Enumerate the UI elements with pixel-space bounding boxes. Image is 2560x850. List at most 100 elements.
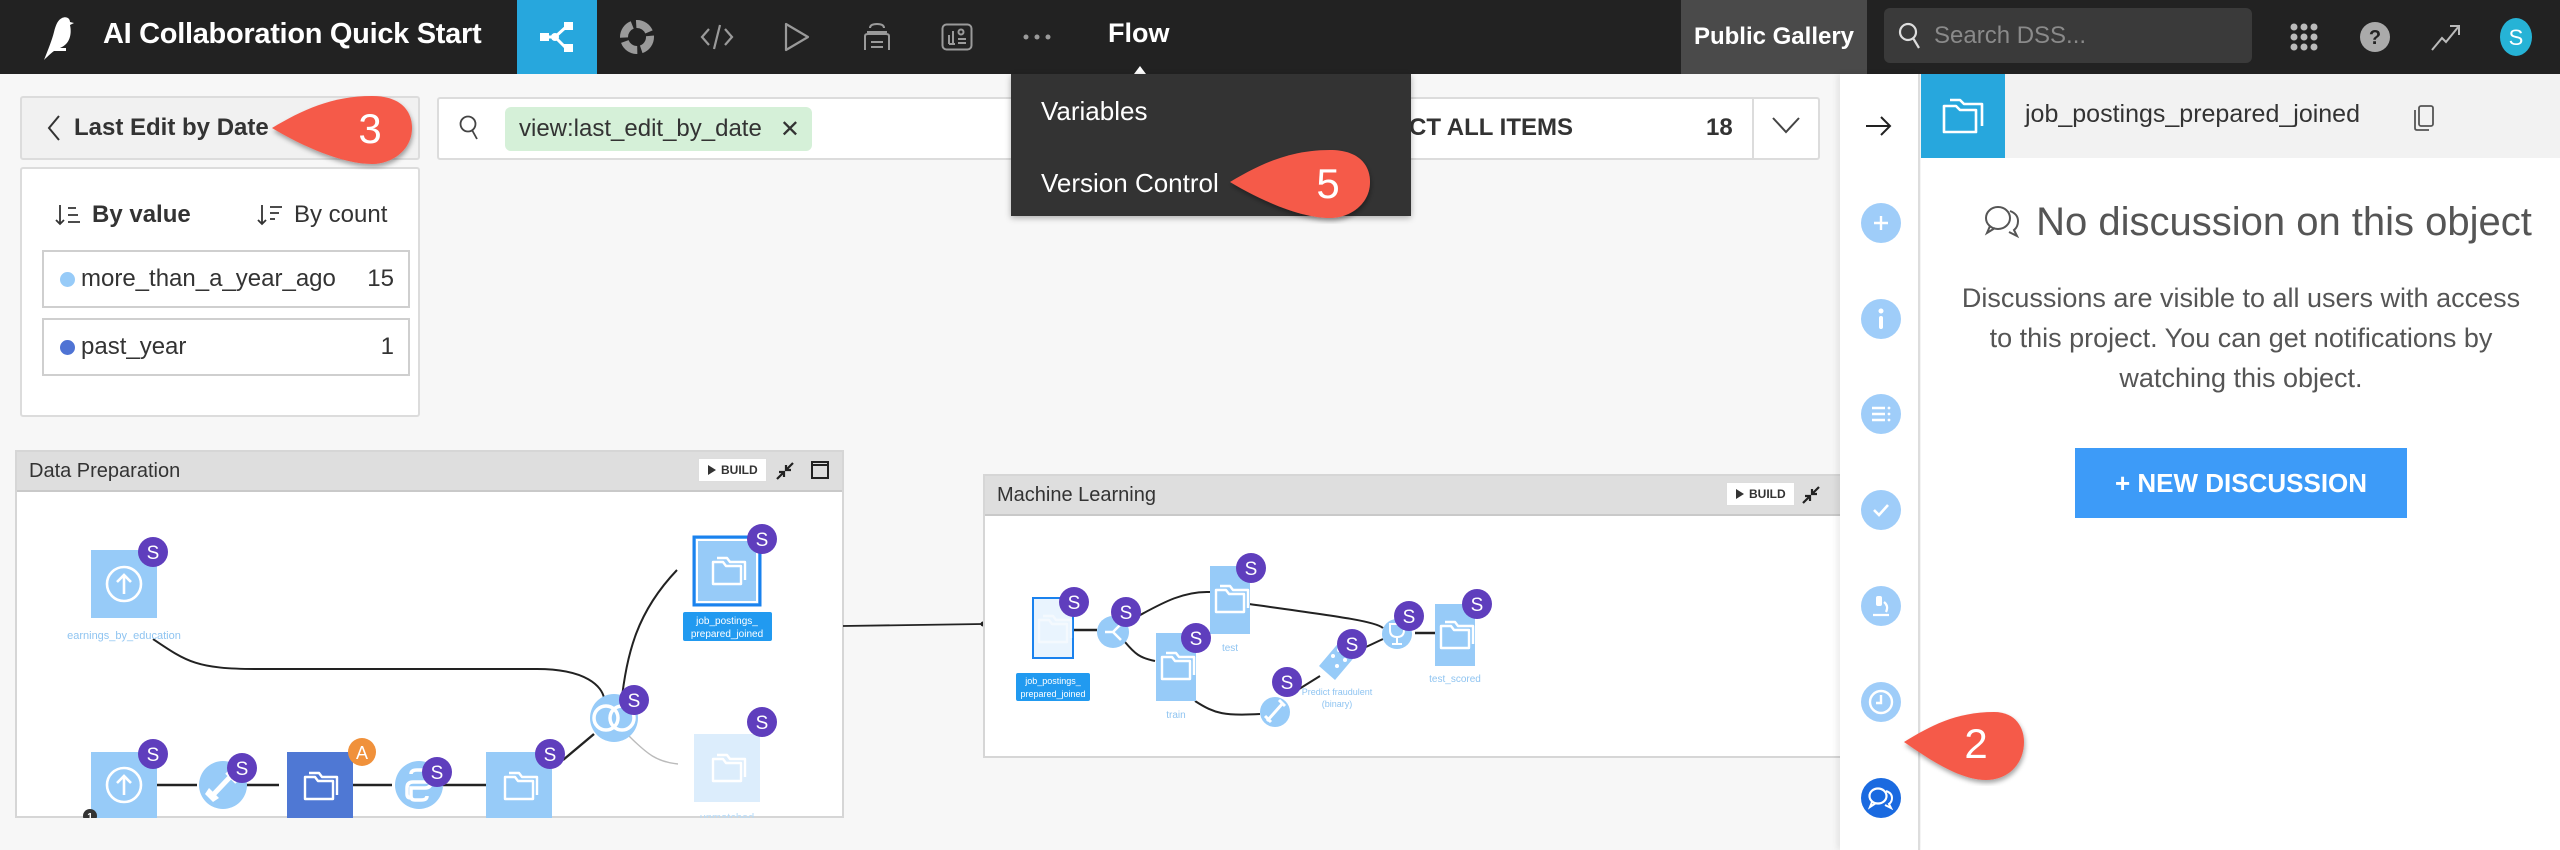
facet-item[interactable]: past_year 1	[42, 318, 410, 376]
check-icon[interactable]	[1861, 490, 1901, 530]
shared-badge	[422, 757, 452, 787]
flow-edge	[152, 638, 605, 699]
maximize-zone-icon[interactable]	[810, 460, 830, 485]
svg-text:job_postings_: job_postings_	[695, 616, 758, 627]
svg-text:(binary): (binary)	[1322, 699, 1353, 709]
shared-badge	[1462, 589, 1492, 619]
copy-icon[interactable]	[2413, 104, 2435, 137]
shared-badge	[1059, 587, 1089, 617]
inter-zone-edge	[843, 621, 986, 627]
svg-text:3: 3	[358, 105, 381, 152]
svg-text:job_postings_: job_postings_	[1024, 676, 1082, 686]
zone-data-preparation[interactable]: Data Preparation BUILD S	[15, 450, 844, 818]
shared-badge	[619, 685, 649, 715]
info-icon[interactable]	[1861, 299, 1901, 339]
shared-badge	[747, 524, 777, 554]
svg-text:prepared_joined: prepared_joined	[1020, 689, 1085, 699]
zone-title: Machine Learning	[997, 484, 1156, 506]
build-label: BUILD	[1749, 487, 1786, 501]
sort-asc-icon	[55, 205, 80, 226]
history-icon[interactable]	[1861, 682, 1901, 722]
search-dss-field[interactable]	[1884, 8, 2252, 63]
discussions-icon[interactable]	[1861, 778, 1901, 818]
sort-by-value[interactable]: By value	[54, 201, 191, 229]
select-all-items-button[interactable]: ECT ALL ITEMS	[1393, 114, 1573, 142]
code-icon[interactable]	[677, 0, 757, 74]
dataset-folder-icon	[1921, 74, 2005, 158]
project-title[interactable]: AI Collaboration Quick Start	[103, 18, 482, 51]
callout-2: 2	[1904, 712, 2024, 780]
zone-build-button[interactable]: BUILD	[698, 458, 767, 482]
facet-item[interactable]: more_than_a_year_ago 15	[42, 250, 410, 308]
node-label: unmatched	[700, 812, 754, 818]
view-name: Last Edit by Date	[74, 114, 269, 141]
callout-5: 5	[1230, 150, 1370, 218]
divider	[1752, 99, 1754, 158]
sort-by-count[interactable]: By count	[256, 201, 387, 229]
shared-badge	[1337, 629, 1367, 659]
dataset-node-highlighted	[287, 752, 353, 818]
data-prep-flow-graph: S earnings_by_education 1 job_postings	[67, 524, 777, 818]
jobs-run-icon[interactable]	[757, 0, 837, 74]
ml-flow-graph: S job_postings_ prepared_joined test	[1016, 553, 1492, 727]
flow-icon[interactable]	[517, 0, 597, 74]
play-icon	[708, 465, 716, 475]
shared-badge	[138, 537, 168, 567]
user-avatar[interactable]: S	[2486, 0, 2546, 74]
facet-count: 15	[367, 265, 394, 292]
search-icon	[459, 115, 481, 148]
svg-text:1: 1	[87, 812, 93, 818]
help-icon[interactable]: ?	[2345, 0, 2405, 74]
data-quality-icon[interactable]	[597, 0, 677, 74]
menu-caret	[1134, 66, 1146, 74]
zone-machine-learning[interactable]: Machine Learning BUILD S	[983, 474, 1843, 758]
no-discussion-heading: No discussion on this object	[1957, 200, 2557, 245]
item-count: 18	[1706, 114, 1733, 141]
new-discussion-button[interactable]: + NEW DISCUSSION	[2075, 448, 2407, 518]
lab-icon[interactable]	[1861, 586, 1901, 626]
add-icon[interactable]	[1861, 203, 1901, 243]
discussion-description: Discussions are visible to all users wit…	[1961, 283, 2521, 393]
discussion-bubbles-icon	[1984, 205, 2020, 238]
collapse-arrow-icon[interactable]	[1864, 114, 1894, 143]
play-icon	[1736, 489, 1744, 499]
more-icon[interactable]	[997, 0, 1077, 74]
insights-icon[interactable]	[917, 0, 997, 74]
shared-badge	[138, 739, 168, 769]
object-name: job_postings_prepared_joined	[2025, 100, 2360, 128]
zone-build-button[interactable]: BUILD	[1726, 482, 1795, 506]
search-input[interactable]	[1934, 21, 2224, 50]
trends-icon[interactable]	[2416, 0, 2476, 74]
chevron-down-icon[interactable]	[1770, 110, 1802, 145]
public-gallery-button[interactable]: Public Gallery	[1681, 0, 1867, 74]
remove-tag-icon[interactable]: ✕	[780, 115, 800, 144]
svg-text:?: ?	[2369, 27, 2381, 49]
dataiku-bird-logo[interactable]	[40, 14, 80, 60]
schema-icon[interactable]	[1861, 394, 1901, 434]
svg-text:S: S	[2509, 25, 2524, 50]
collapse-zone-icon[interactable]	[775, 461, 795, 486]
facet-label: past_year	[81, 333, 187, 360]
menu-item-variables[interactable]: Variables	[1041, 96, 1147, 127]
search-icon	[1898, 22, 1922, 50]
panel-header: job_postings_prepared_joined	[1921, 74, 2560, 158]
menu-item-version-control[interactable]: Version Control	[1041, 168, 1219, 199]
facet-color-dot	[60, 271, 75, 287]
dataset-node-faded	[694, 734, 760, 802]
node-label: test	[1222, 643, 1238, 654]
dashboard-stack-icon[interactable]	[837, 0, 917, 74]
sort-count-icon	[257, 205, 282, 226]
flow-menu-label[interactable]: Flow	[1108, 18, 1170, 49]
collapse-zone-icon[interactable]	[1801, 485, 1821, 510]
shared-badge	[1394, 601, 1424, 631]
apps-grid-icon[interactable]	[2274, 0, 2334, 74]
callout-3: 3	[272, 96, 412, 164]
flow-edge	[620, 569, 678, 706]
shared-badge	[1236, 553, 1266, 583]
shared-badge	[227, 753, 257, 783]
node-label: Predict fraudulent	[1302, 687, 1373, 697]
heading-text: No discussion on this object	[2036, 200, 2532, 244]
svg-text:prepared_joined: prepared_joined	[691, 629, 763, 640]
view-facet-panel: By value By count more_than_a_year_ago 1…	[20, 167, 420, 417]
filter-tag-label: view:last_edit_by_date	[519, 115, 762, 142]
